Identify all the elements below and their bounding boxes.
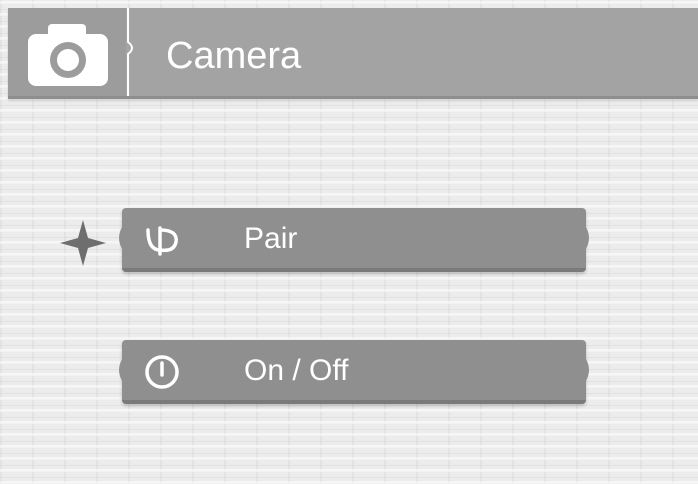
notch-left [119,224,124,252]
header-divider [126,8,140,96]
page-title: Camera [166,35,302,77]
notch-right [584,224,589,252]
pair-icon [142,220,182,260]
selection-star-icon [58,218,108,268]
notch-left [119,356,124,384]
menu-item-label: Pair [244,222,298,255]
camera-icon [8,8,126,96]
menu-item-on-off[interactable]: On / Off [119,340,589,404]
menu-item-label: On / Off [244,354,349,387]
header-bar: Camera [8,8,698,99]
power-icon [142,352,182,392]
notch-right [584,356,589,384]
menu-item-pair[interactable]: Pair [119,208,589,272]
